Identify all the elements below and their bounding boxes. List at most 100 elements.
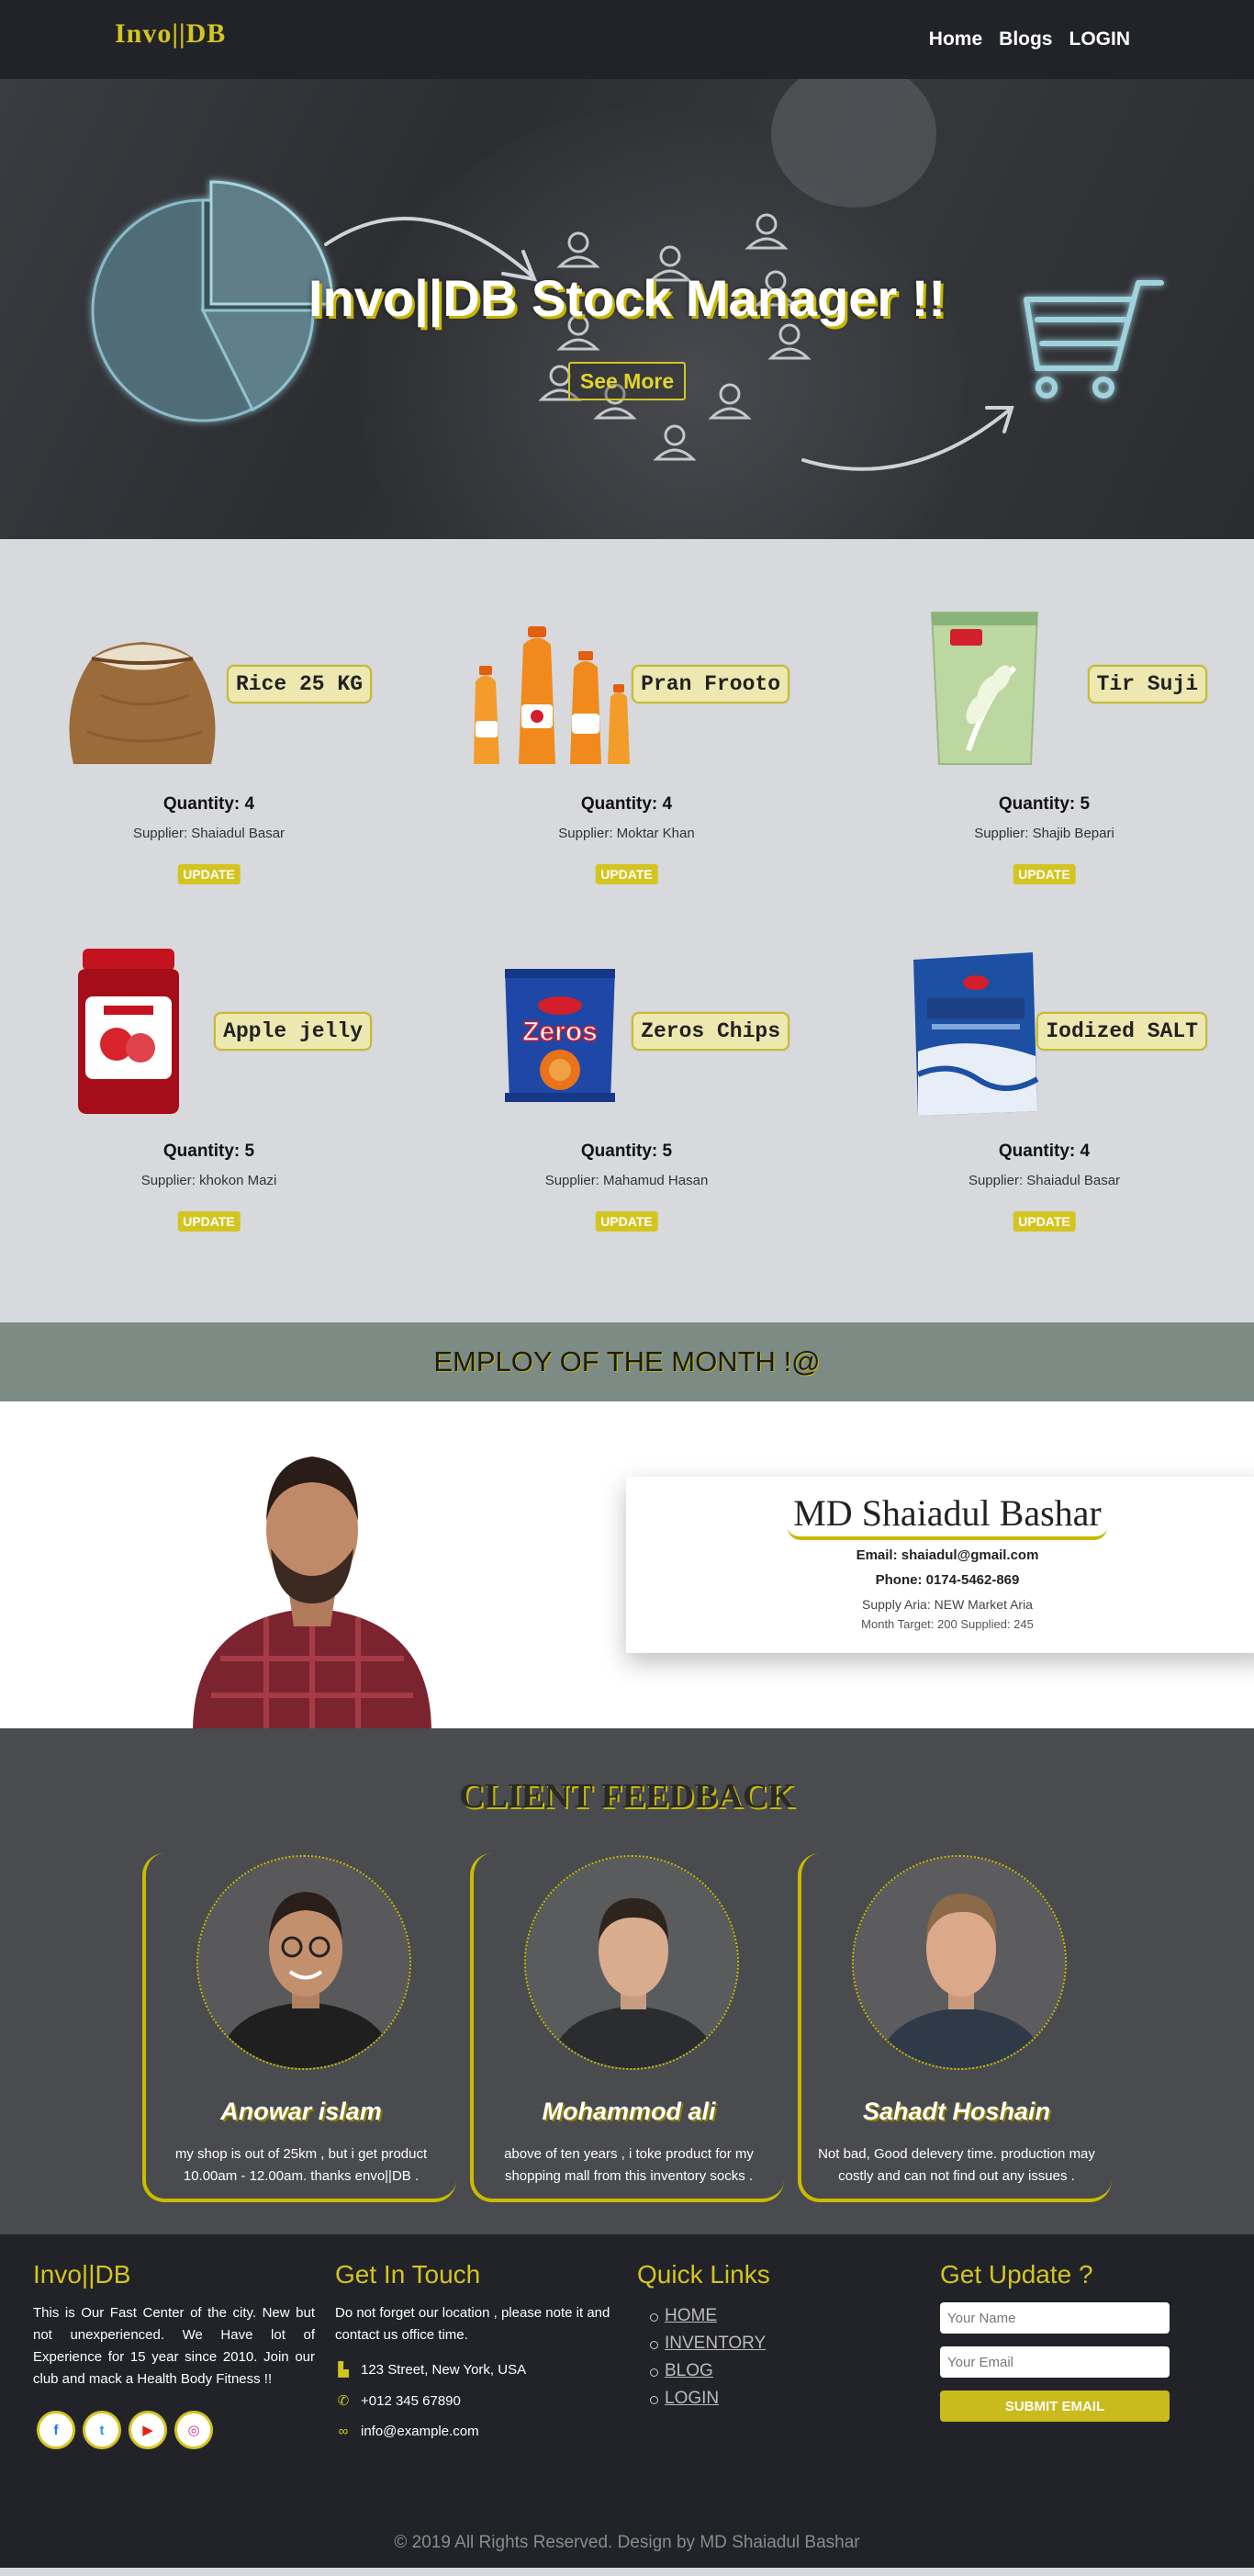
employee-section: MD Shaiadul Bashar Email: shaiadul@gmail…: [0, 1401, 1254, 1728]
product-supplier: Supplier: Shajib Bepari: [974, 826, 1114, 841]
product-quantity: Quantity: 5: [580, 1142, 673, 1161]
site-footer: Invo||DB This is Our Fast Center of the …: [0, 2234, 1254, 2568]
nav-link-blogs[interactable]: Blogs: [999, 28, 1052, 51]
product-quantity: Quantity: 4: [580, 794, 673, 814]
product-name: Iodized SALT: [1036, 1012, 1207, 1051]
product-supplier: Supplier: Shaiadul Basar: [132, 826, 286, 841]
update-button[interactable]: UPDATE: [177, 1211, 241, 1232]
product-quantity: Quantity: 5: [998, 794, 1091, 814]
quick-link-inventory-label[interactable]: INVENTORY: [665, 2334, 766, 2353]
feedback-card: Sahadt Hoshain Not bad, Good delevery ti…: [798, 1853, 1112, 2202]
feedback-card: Anowar islam my shop is out of 25km , bu…: [142, 1853, 456, 2202]
product-supplier: Supplier: Shaiadul Basar: [968, 1173, 1121, 1188]
employee-email: Email: shaiadul@gmail.com: [856, 1547, 1039, 1563]
quick-link-home-label[interactable]: HOME: [665, 2306, 717, 2325]
product-supplier: Supplier: Mahamud Hasan: [544, 1173, 709, 1188]
update-button[interactable]: UPDATE: [1013, 864, 1076, 884]
product-quantity: Quantity: 4: [162, 794, 255, 814]
client-photo: [198, 1857, 409, 2068]
client-feedback-section: CLIENT FEEDBACK Anowar islam my shop is …: [0, 1728, 1254, 2234]
product-image: [468, 594, 652, 778]
instagram-icon[interactable]: ◎: [174, 2411, 213, 2449]
top-navbar: Invo||DB Home Blogs LOGIN: [0, 0, 1254, 79]
nav-link-home[interactable]: Home: [929, 28, 982, 51]
juice-bottles-icon: [474, 626, 630, 764]
hero-title: Invo||DB Stock Manager !!: [308, 269, 946, 327]
product-quantity: Quantity: 5: [162, 1142, 255, 1161]
product-card: Tir Suji Quantity: 5 Supplier: Shajib Be…: [835, 539, 1253, 884]
contact-address: ▙ 123 Street, New York, USA: [335, 2361, 610, 2379]
contact-title: Get In Touch: [335, 2260, 481, 2289]
product-name: Apple jelly: [214, 1012, 372, 1051]
employee-target: Month Target: 200 Supplied: 245: [861, 1617, 1034, 1631]
client-review: above of ten years , i toke product for …: [504, 2146, 754, 2184]
employee-section-header: EMPLOY OF THE MONTH !@: [0, 1322, 1254, 1401]
product-name: Pran Frooto: [632, 665, 789, 703]
footer-contact: Get In Touch Do not forget our location …: [335, 2260, 610, 2439]
quick-links-list: HOME INVENTORY BLOG LOGIN: [637, 2302, 770, 2413]
contact-text: Do not forget our location , please note…: [335, 2305, 610, 2343]
quick-link-blog[interactable]: BLOG: [637, 2357, 770, 2385]
employee-photo: [193, 1457, 431, 1728]
quick-link-home[interactable]: HOME: [637, 2302, 770, 2330]
footer-quick-links: Quick Links HOME INVENTORY BLOG LOGIN: [637, 2260, 770, 2413]
nav-link-login[interactable]: LOGIN: [1069, 28, 1131, 51]
phone-icon: ✆: [337, 2393, 350, 2409]
client-name: Mohammod ali: [542, 2098, 716, 2125]
voicemail-icon: ∞: [338, 2424, 349, 2439]
update-button[interactable]: UPDATE: [1013, 1211, 1076, 1232]
client-review: my shop is out of 25km , but i get produ…: [174, 2146, 428, 2184]
feedback-heading: CLIENT FEEDBACK: [459, 1777, 795, 1816]
address-text: 123 Street, New York, USA: [361, 2361, 527, 2378]
product-name: Rice 25 KG: [226, 665, 372, 703]
update-button[interactable]: UPDATE: [595, 864, 658, 884]
employee-name: MD Shaiadul Bashar: [788, 1491, 1107, 1540]
employee-phone: Phone: 0174-5462-869: [875, 1572, 1020, 1588]
update-button[interactable]: UPDATE: [595, 1211, 658, 1232]
footer-about-text: This is Our Fast Center of the city. New…: [33, 2305, 315, 2387]
footer-about: Invo||DB This is Our Fast Center of the …: [33, 2260, 315, 2449]
product-name: Zeros Chips: [632, 1012, 789, 1051]
quick-link-login-label[interactable]: LOGIN: [665, 2389, 719, 2408]
product-image: Zeros: [468, 941, 652, 1125]
client-avatar: [852, 1855, 1067, 2070]
contact-phone: ✆ +012 345 67890: [335, 2392, 610, 2410]
client-photo: [526, 1857, 737, 2068]
hero-banner: Invo||DB Stock Manager !! See More: [0, 79, 1254, 539]
svg-text:Zeros: Zeros: [522, 1017, 598, 1047]
footer-newsletter: Get Update ? Your Name Your Email SUBMIT…: [940, 2260, 1170, 2422]
product-card: Rice 25 KG Quantity: 4 Supplier: Shaiadu…: [0, 539, 418, 884]
quick-link-blog-label[interactable]: BLOG: [665, 2361, 713, 2380]
employee-supply-area: Supply Aria: NEW Market Aria: [862, 1597, 1033, 1612]
phone-text: +012 345 67890: [361, 2392, 461, 2409]
brand-logo[interactable]: Invo||DB: [115, 18, 226, 50]
product-image: [50, 941, 234, 1125]
footer-brand: Invo||DB: [33, 2260, 131, 2289]
product-image: [50, 594, 234, 778]
jelly-jar-icon: [78, 949, 179, 1114]
copyright: © 2019 All Rights Reserved. Design by MD…: [394, 2533, 860, 2552]
client-review: Not bad, Good delevery time. production …: [818, 2146, 1095, 2184]
product-supplier: Supplier: Moktar Khan: [558, 826, 695, 841]
inventory-grid: Rice 25 KG Quantity: 4 Supplier: Shaiadu…: [0, 539, 1254, 1322]
twitter-icon[interactable]: t: [83, 2411, 121, 2449]
quick-link-login[interactable]: LOGIN: [637, 2385, 770, 2413]
submit-email-button[interactable]: SUBMIT EMAIL: [940, 2390, 1170, 2422]
product-card: Apple jelly Quantity: 5 Supplier: khokon…: [0, 886, 418, 1232]
see-more-button[interactable]: See More: [568, 362, 686, 400]
facebook-icon[interactable]: f: [37, 2411, 75, 2449]
update-button[interactable]: UPDATE: [177, 864, 241, 884]
product-supplier: Supplier: khokon Mazi: [140, 1173, 277, 1188]
client-avatar: [524, 1855, 739, 2070]
name-input[interactable]: Your Name: [940, 2302, 1170, 2334]
client-name: Sahadt Hoshain: [862, 2098, 1051, 2125]
newsletter-title: Get Update ?: [940, 2260, 1093, 2289]
quick-links-title: Quick Links: [637, 2260, 770, 2289]
product-card: Zeros Zeros Chips Quantity: 5 Supplier: …: [418, 886, 835, 1232]
product-quantity: Quantity: 4: [998, 1142, 1091, 1161]
quick-link-inventory[interactable]: INVENTORY: [637, 2330, 770, 2357]
product-image: [886, 594, 1069, 778]
suji-pack-icon: [930, 612, 1039, 765]
youtube-icon[interactable]: ▶: [129, 2411, 167, 2449]
email-input[interactable]: Your Email: [940, 2346, 1170, 2378]
